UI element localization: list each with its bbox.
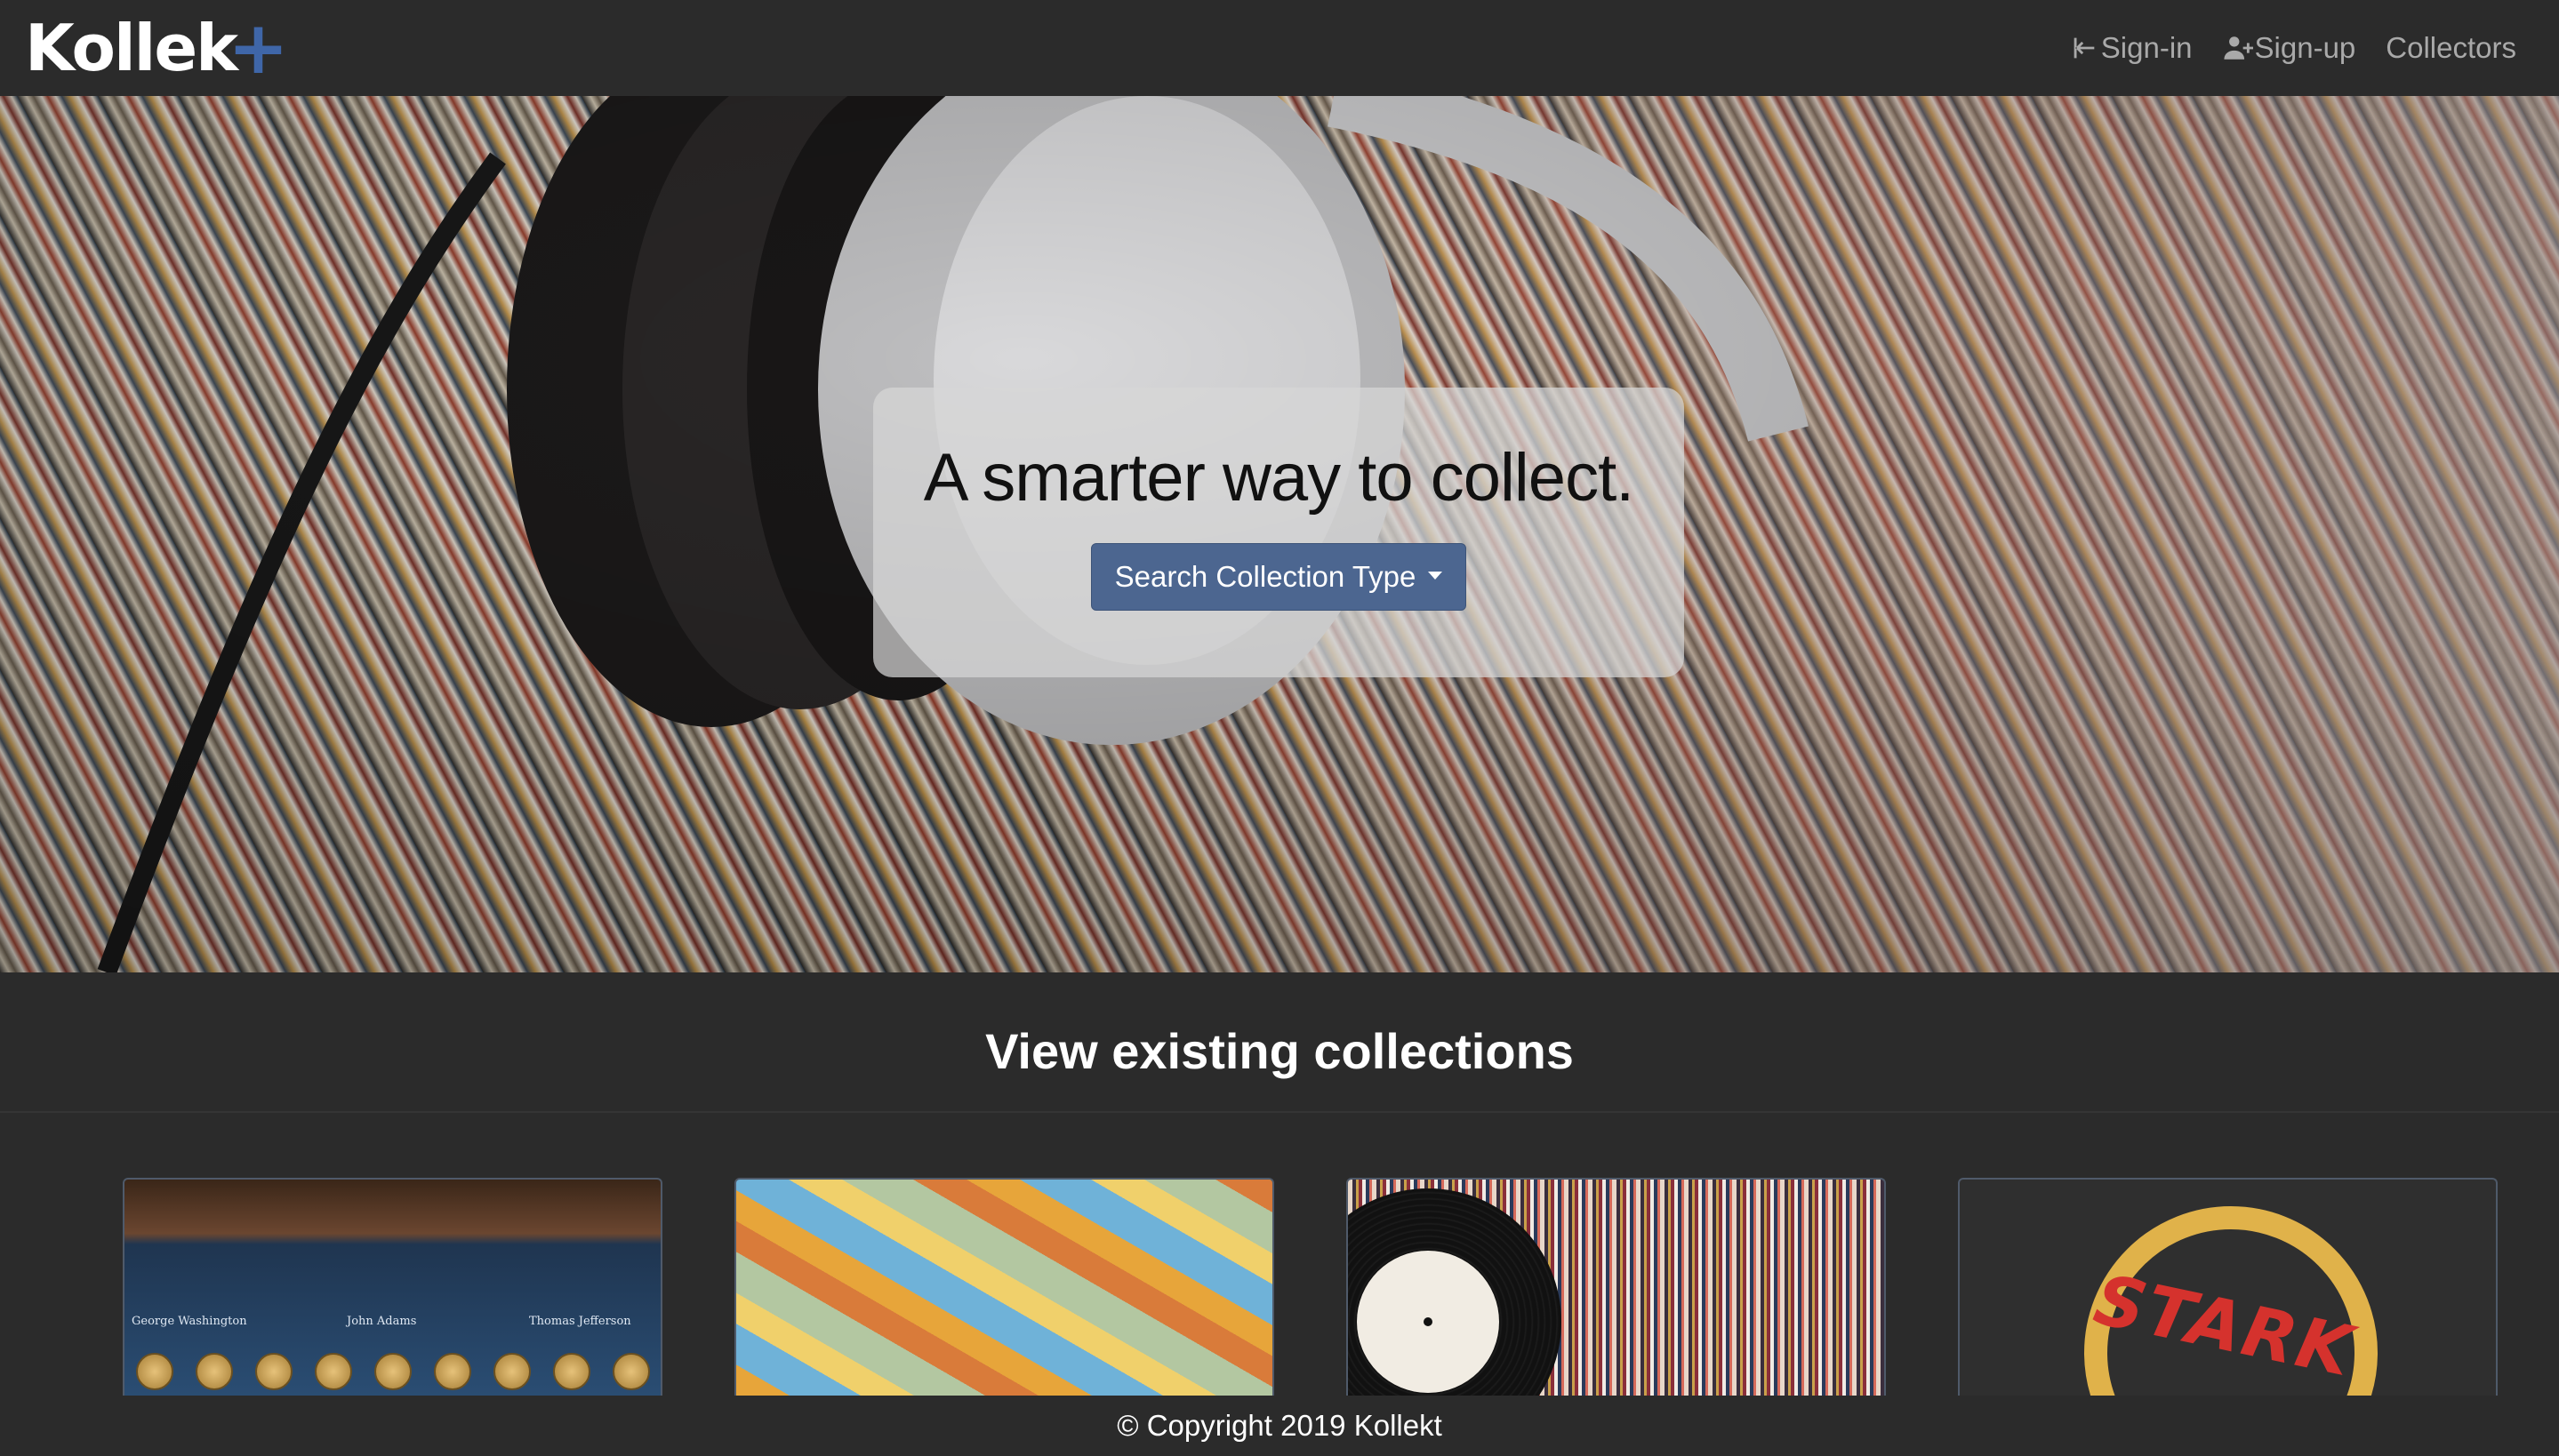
nav-links: Sign-in Sign-up Collectors xyxy=(2069,31,2516,65)
coin-image xyxy=(373,1353,412,1390)
collection-card-trading-cards[interactable] xyxy=(734,1178,1274,1396)
sign-in-icon xyxy=(2074,37,2095,59)
nav-collectors[interactable]: Collectors xyxy=(2386,31,2516,65)
coin-row xyxy=(124,1316,661,1396)
search-collection-type-label: Search Collection Type xyxy=(1114,560,1416,593)
nav-collectors-label: Collectors xyxy=(2386,31,2516,64)
collection-card-coins[interactable]: George Washington John Adams Thomas Jeff… xyxy=(123,1178,662,1396)
coin-image xyxy=(314,1353,352,1390)
coin-image xyxy=(135,1353,173,1390)
brand-name: Kollek xyxy=(25,11,238,85)
copyright-text: © Copyright 2019 Kollekt xyxy=(1117,1409,1442,1442)
section-divider xyxy=(0,1111,2559,1113)
collection-card-stark[interactable]: STARK xyxy=(1958,1178,2498,1396)
brand-logo[interactable]: Kollek + xyxy=(25,0,289,96)
footer: © Copyright 2019 Kollekt xyxy=(0,1396,2559,1456)
nav-sign-up[interactable]: Sign-up xyxy=(2223,31,2356,65)
section-title: View existing collections xyxy=(985,1023,1574,1079)
coin-image xyxy=(254,1353,293,1390)
nav-sign-in[interactable]: Sign-in xyxy=(2069,31,2193,65)
vinyl-record-image xyxy=(1348,1188,1561,1396)
hero-title: A smarter way to collect. xyxy=(923,440,1635,516)
collection-card-vinyl[interactable] xyxy=(1346,1178,1886,1396)
user-plus-icon xyxy=(2223,36,2253,60)
top-navbar: Kollek + Sign-in Sign-up Collectors xyxy=(0,0,2559,96)
nav-sign-in-label: Sign-in xyxy=(2100,31,2193,64)
hero-banner: A smarter way to collect. Search Collect… xyxy=(0,96,2559,972)
coin-image xyxy=(552,1353,590,1390)
coin-image xyxy=(195,1353,233,1390)
coin-image xyxy=(493,1353,531,1390)
coin-image xyxy=(433,1353,471,1390)
vinyl-hole xyxy=(1424,1317,1432,1326)
collection-cards: George Washington John Adams Thomas Jeff… xyxy=(0,1178,2559,1396)
brand-plus: + xyxy=(228,5,289,91)
nav-sign-up-label: Sign-up xyxy=(2254,31,2356,64)
search-collection-type-button[interactable]: Search Collection Type xyxy=(1090,543,1467,611)
caret-down-icon xyxy=(1428,571,1443,580)
coin-image xyxy=(612,1353,650,1390)
hero-card: A smarter way to collect. Search Collect… xyxy=(873,388,1684,677)
